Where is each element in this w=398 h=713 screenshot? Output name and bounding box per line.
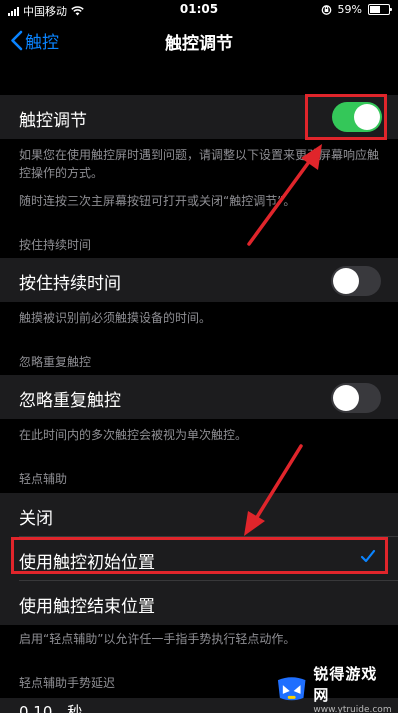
watermark-url: www.ytruide.com xyxy=(313,705,392,713)
annotation-arrow-icon xyxy=(247,144,322,246)
annotation-arrows xyxy=(244,144,322,536)
screen: 中国移动 01:05 59% 触控 触控调节 触控调节 如果您在使用触控屏时遇到… xyxy=(0,0,398,713)
annotation-arrow-icon xyxy=(244,444,303,536)
watermark-name: 锐得游戏网 xyxy=(313,665,378,704)
watermark-text: 锐得游戏网 www.ytruide.com xyxy=(313,663,392,713)
watermark: 锐得游戏网 www.ytruide.com xyxy=(274,665,392,713)
gamepad-logo-icon xyxy=(277,677,306,701)
